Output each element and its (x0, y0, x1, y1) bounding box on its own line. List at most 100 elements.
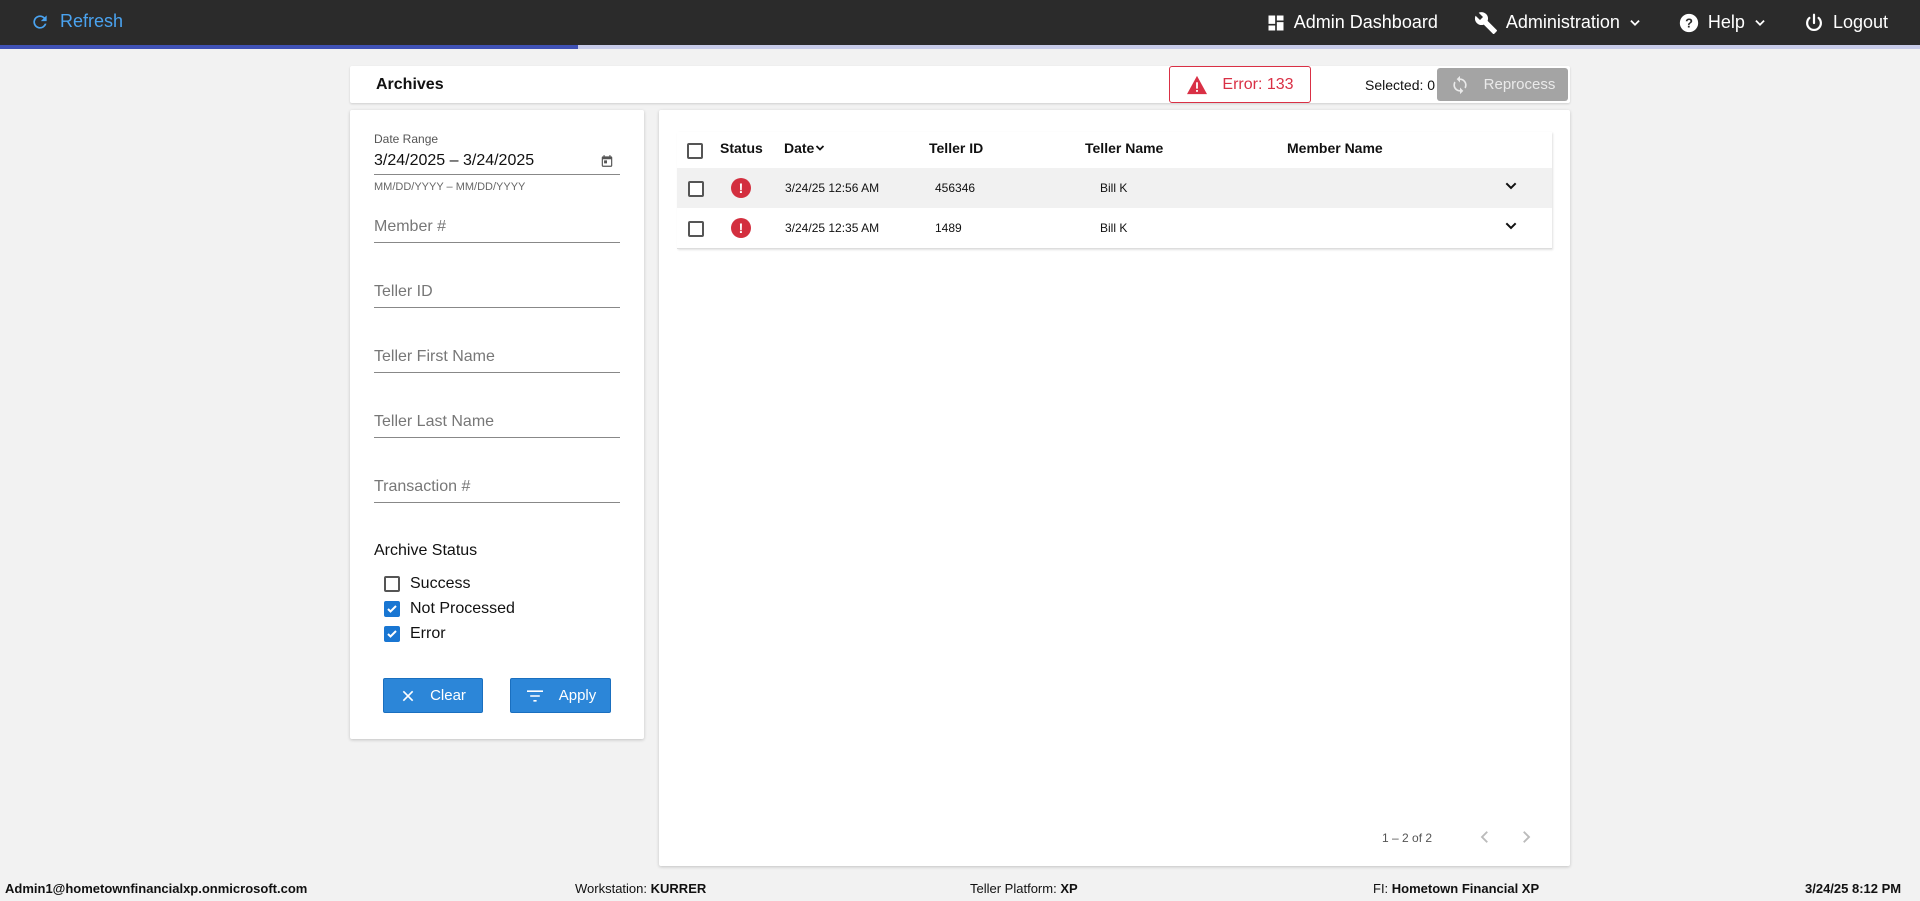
filter-icon (526, 689, 543, 702)
row-teller-id: 1489 (935, 221, 962, 235)
member-number-placeholder: Member # (374, 218, 447, 235)
refresh-button[interactable]: Refresh (30, 11, 123, 32)
checkbox-checked[interactable] (384, 626, 400, 642)
date-range-label: Date Range (374, 132, 439, 146)
footer-user-value: Admin1@hometownfinancialxp.onmicrosoft.c… (5, 881, 308, 896)
column-header-teller-id[interactable]: Teller ID (929, 140, 983, 156)
nav-logout-label: Logout (1832, 12, 1888, 32)
nav-admin-dashboard-label: Admin Dashboard (1293, 12, 1438, 32)
next-page-icon[interactable] (1517, 828, 1535, 846)
member-number-underline (374, 242, 620, 243)
row-checkbox[interactable] (688, 221, 704, 237)
transaction-number-underline (374, 502, 620, 503)
previous-page-icon[interactable] (1476, 828, 1494, 846)
dashboard-icon (1268, 15, 1284, 30)
status-not-processed-label: Not Processed (410, 600, 515, 617)
paginator-range: 1 – 2 of 2 (1382, 831, 1433, 845)
nav-administration-label: Administration (1505, 12, 1620, 32)
check-icon (387, 630, 397, 638)
apply-button[interactable]: Apply (510, 678, 611, 713)
power-icon (1805, 13, 1822, 31)
checkbox[interactable] (384, 576, 400, 592)
row-checkbox[interactable] (688, 181, 704, 197)
row-date: 3/24/25 12:35 AM (785, 221, 880, 235)
apply-label: Apply (558, 687, 597, 704)
selected-count: Selected: 0 (1365, 77, 1436, 93)
column-header-status[interactable]: Status (720, 140, 763, 156)
column-header-teller-name[interactable]: Teller Name (1085, 140, 1163, 156)
top-navigation-bar: Refresh Admin Dashboard Administration ?… (0, 0, 1920, 45)
footer-workstation: Workstation: KURRER (575, 881, 706, 896)
reprocess-button[interactable]: Reprocess (1437, 68, 1568, 101)
archive-status-title: Archive Status (374, 542, 478, 559)
nav-help-label: Help (1707, 12, 1745, 32)
chevron-down-icon (1630, 19, 1640, 26)
main-nav: Admin Dashboard Administration ? Help Lo… (1266, 0, 1920, 45)
teller-id-field[interactable]: Teller ID (374, 283, 620, 308)
close-icon (402, 690, 414, 701)
row-teller-id: 456346 (935, 181, 976, 195)
archives-table: Status Date Teller ID Teller Name Member… (677, 132, 1552, 249)
footer-platform-value: XP (1060, 881, 1078, 896)
footer-datetime: 3/24/25 8:12 PM (1805, 881, 1901, 896)
teller-first-name-underline (374, 372, 620, 373)
calendar-icon[interactable] (600, 154, 614, 168)
footer-workstation-value: KURRER (650, 881, 707, 896)
teller-last-name-field[interactable]: Teller Last Name (374, 413, 620, 438)
table-row[interactable]: ! 3/24/25 12:56 AM 456346 Bill K (677, 168, 1552, 208)
clear-label: Clear (430, 687, 466, 704)
transaction-number-placeholder: Transaction # (374, 478, 471, 495)
status-checkbox-error[interactable]: Error (384, 625, 446, 643)
help-icon: ? (1679, 13, 1699, 32)
warning-icon (1187, 75, 1208, 94)
svg-text:?: ? (1685, 15, 1693, 30)
nav-help[interactable]: ? Help (1678, 12, 1767, 34)
refresh-icon (33, 14, 47, 29)
expand-row-icon[interactable] (1503, 178, 1519, 194)
loading-progress-bar (0, 45, 1920, 49)
loading-progress-fill (0, 45, 578, 49)
error-count-label: Error: 133 (1222, 75, 1294, 93)
date-range-underline (374, 174, 620, 175)
date-format-hint: MM/DD/YYYY – MM/DD/YYYY (374, 181, 526, 193)
error-count-chip[interactable]: Error: 133 (1169, 66, 1311, 103)
row-date: 3/24/25 12:56 AM (785, 181, 880, 195)
teller-first-name-field[interactable]: Teller First Name (374, 348, 620, 373)
table-row[interactable]: ! 3/24/25 12:35 AM 1489 Bill K (677, 208, 1552, 248)
status-checkbox-success[interactable]: Success (384, 575, 470, 593)
teller-first-name-placeholder: Teller First Name (374, 348, 495, 365)
nav-logout[interactable]: Logout (1803, 12, 1888, 34)
archives-header: Archives Error: 133 Selected: 0 Reproces… (350, 66, 1570, 103)
sort-down-icon (816, 145, 825, 151)
row-teller-name: Bill K (1100, 221, 1128, 235)
wrench-icon (1474, 11, 1497, 34)
nav-admin-dashboard[interactable]: Admin Dashboard (1266, 12, 1438, 33)
expand-row-icon[interactable] (1503, 218, 1519, 234)
page-title: Archives (376, 76, 444, 93)
clear-button[interactable]: Clear (383, 678, 483, 713)
footer-fi-label: FI: (1373, 881, 1389, 896)
member-number-field[interactable]: Member # (374, 218, 620, 243)
nav-administration[interactable]: Administration (1474, 11, 1642, 35)
teller-last-name-placeholder: Teller Last Name (374, 413, 495, 430)
column-header-date-label: Date (784, 140, 815, 156)
filter-panel: Date Range 3/24/2025 – 3/24/2025 MM/DD/Y… (350, 110, 644, 739)
status-success-label: Success (410, 575, 471, 592)
reprocess-label: Reprocess (1483, 76, 1556, 93)
column-header-member-name[interactable]: Member Name (1287, 140, 1383, 156)
status-checkbox-not-processed[interactable]: Not Processed (384, 600, 515, 618)
date-range-field[interactable]: Date Range 3/24/2025 – 3/24/2025 MM/DD/Y… (374, 132, 620, 193)
select-all-checkbox[interactable] (687, 143, 703, 159)
transaction-number-field[interactable]: Transaction # (374, 478, 620, 503)
sync-icon (1452, 75, 1467, 94)
error-status-icon: ! (731, 218, 751, 238)
footer-workstation-label: Workstation: (575, 881, 648, 896)
footer-teller-platform: Teller Platform: XP (970, 881, 1078, 896)
teller-last-name-underline (374, 437, 620, 438)
footer-datetime-value: 3/24/25 8:12 PM (1805, 881, 1902, 896)
checkbox-checked[interactable] (384, 601, 400, 617)
date-range-value: 3/24/2025 – 3/24/2025 (374, 152, 535, 169)
error-status-icon: ! (731, 178, 751, 198)
status-error-label: Error (410, 625, 446, 642)
column-header-date[interactable]: Date (784, 140, 826, 156)
